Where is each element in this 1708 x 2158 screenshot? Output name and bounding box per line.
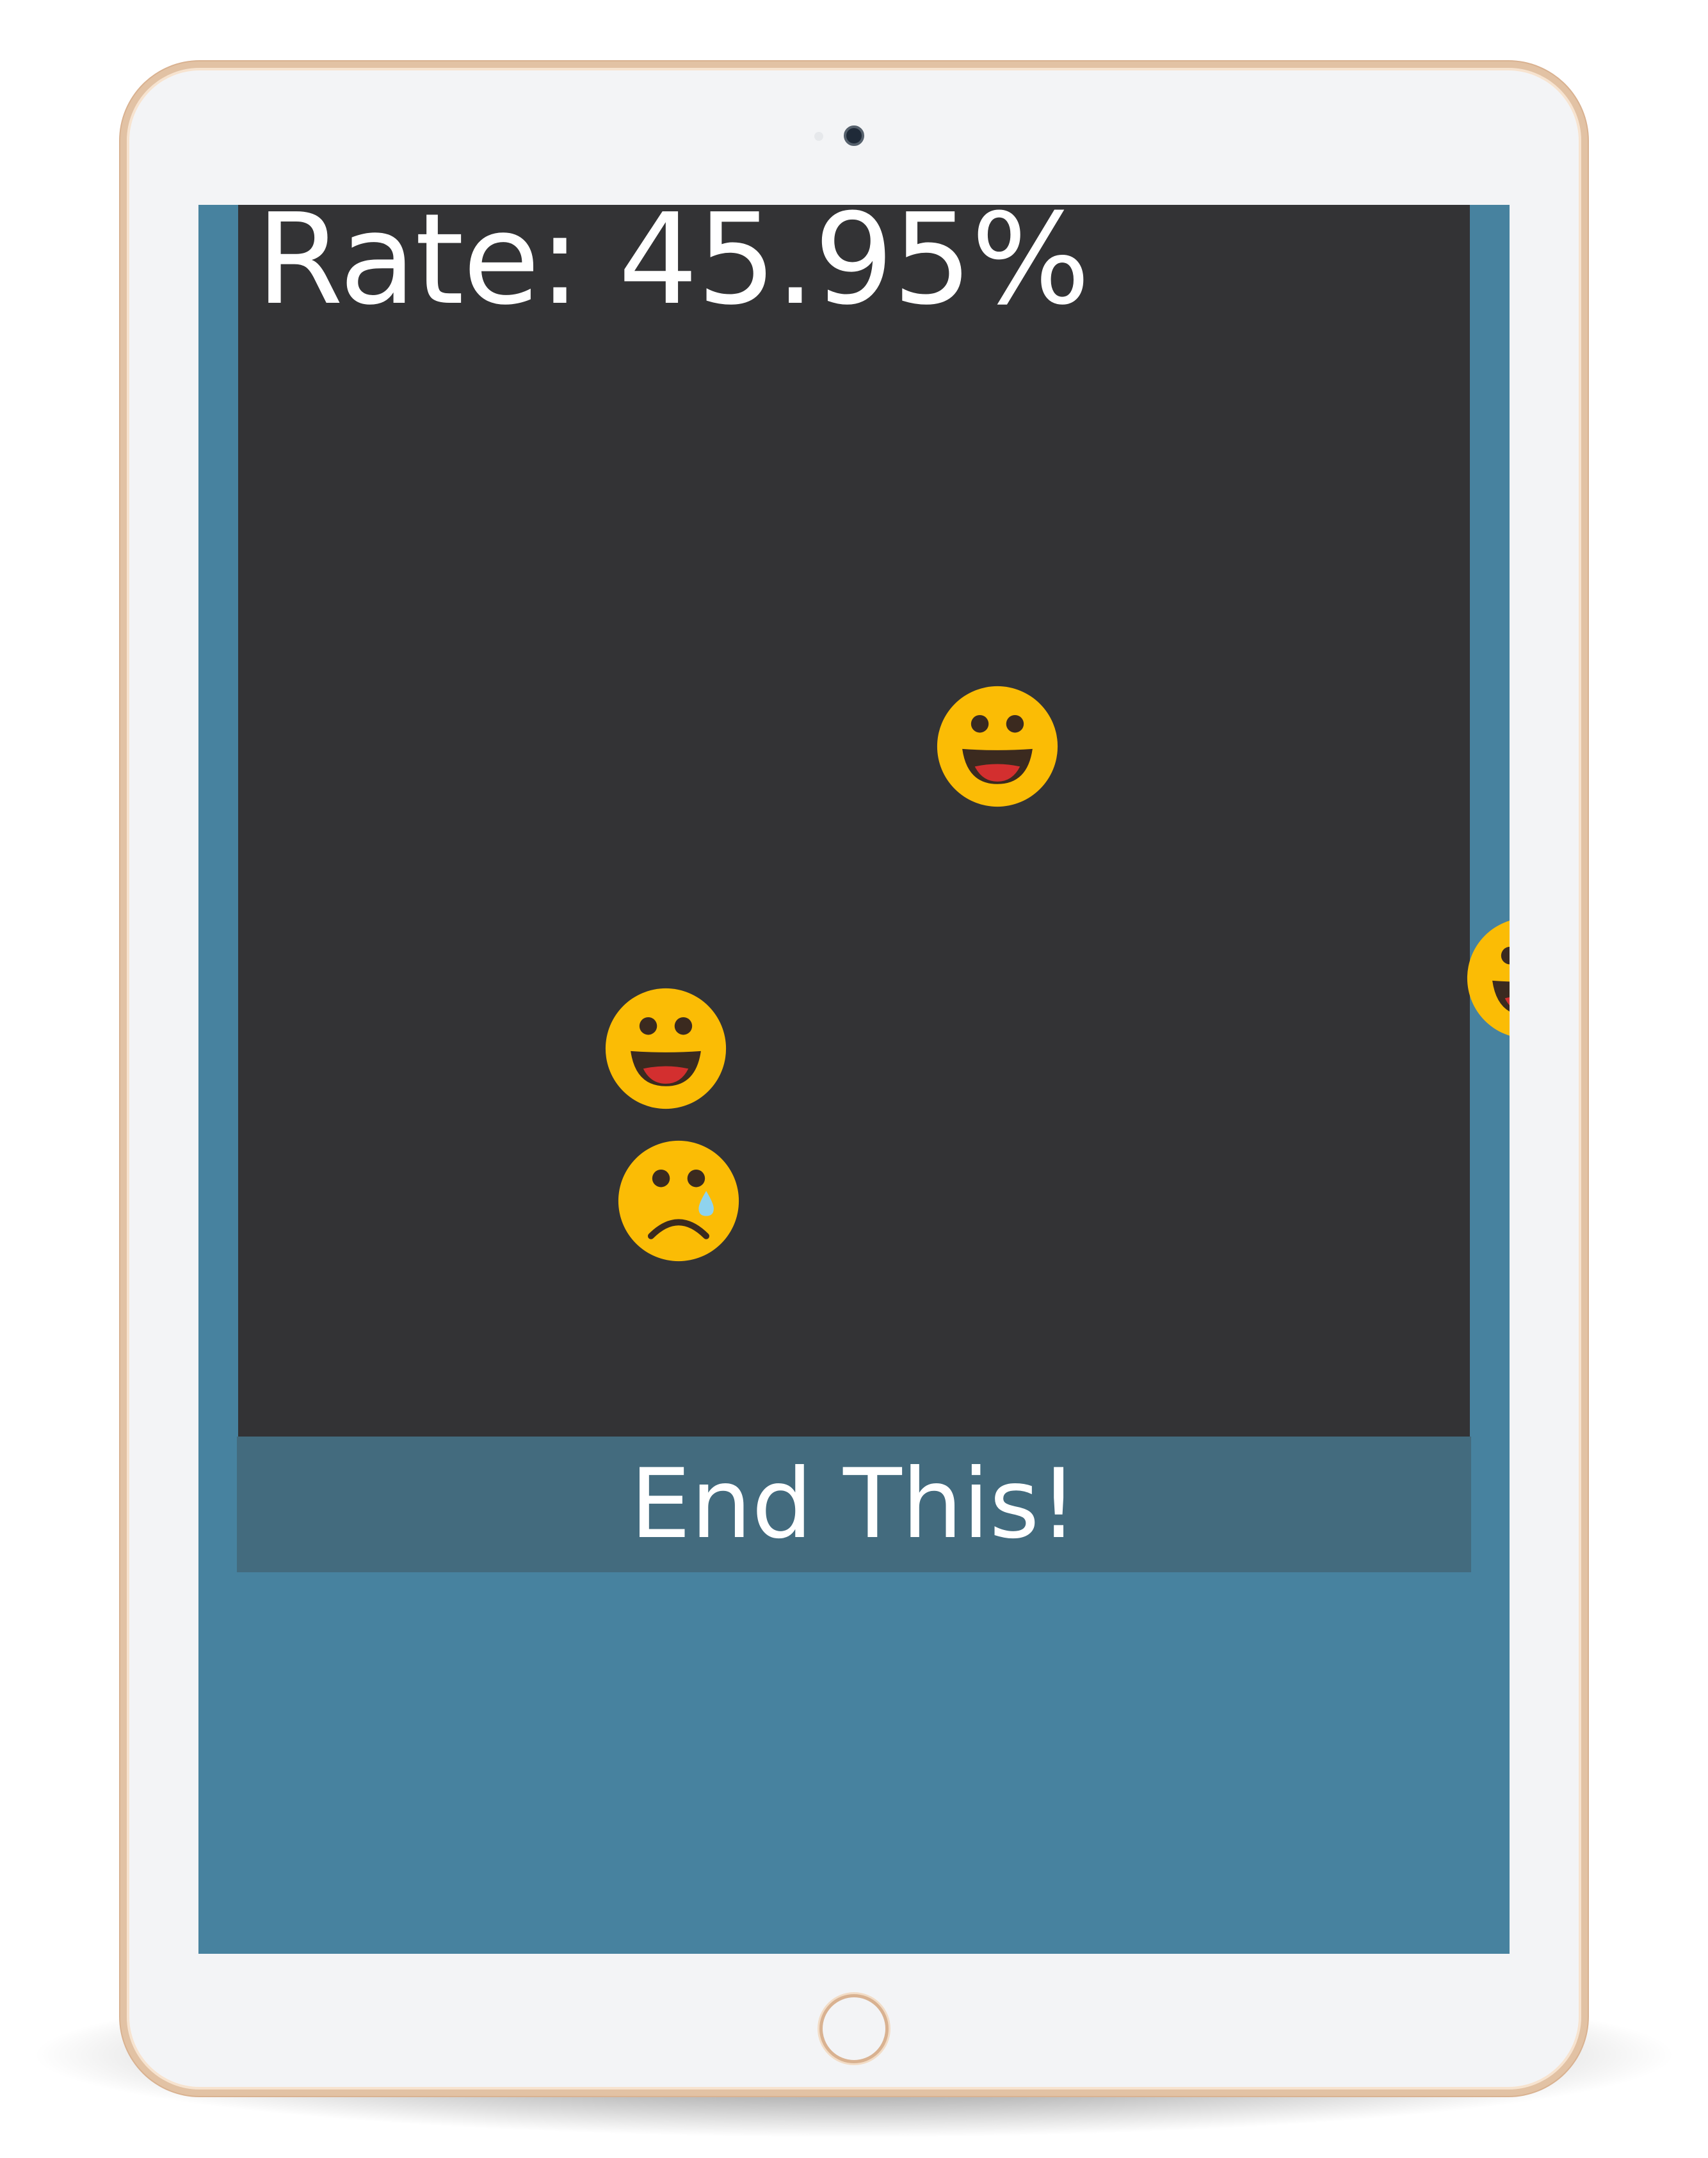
rate-display: Rate: 45.95% bbox=[256, 205, 1090, 333]
camera-icon bbox=[844, 125, 864, 146]
game-canvas[interactable]: Rate: 45.95% bbox=[238, 205, 1510, 1437]
sensor-dot bbox=[814, 132, 823, 141]
happy-emoji-icon[interactable] bbox=[935, 684, 1060, 809]
happy-emoji-icon[interactable] bbox=[1465, 915, 1510, 1041]
end-this-button[interactable]: End This! bbox=[237, 1437, 1471, 1572]
happy-emoji-icon[interactable] bbox=[603, 986, 729, 1111]
sad-emoji-icon[interactable] bbox=[616, 1138, 741, 1264]
home-button[interactable] bbox=[819, 1994, 889, 2063]
tablet-screen: Rate: 45.95% End This! bbox=[198, 205, 1510, 1954]
